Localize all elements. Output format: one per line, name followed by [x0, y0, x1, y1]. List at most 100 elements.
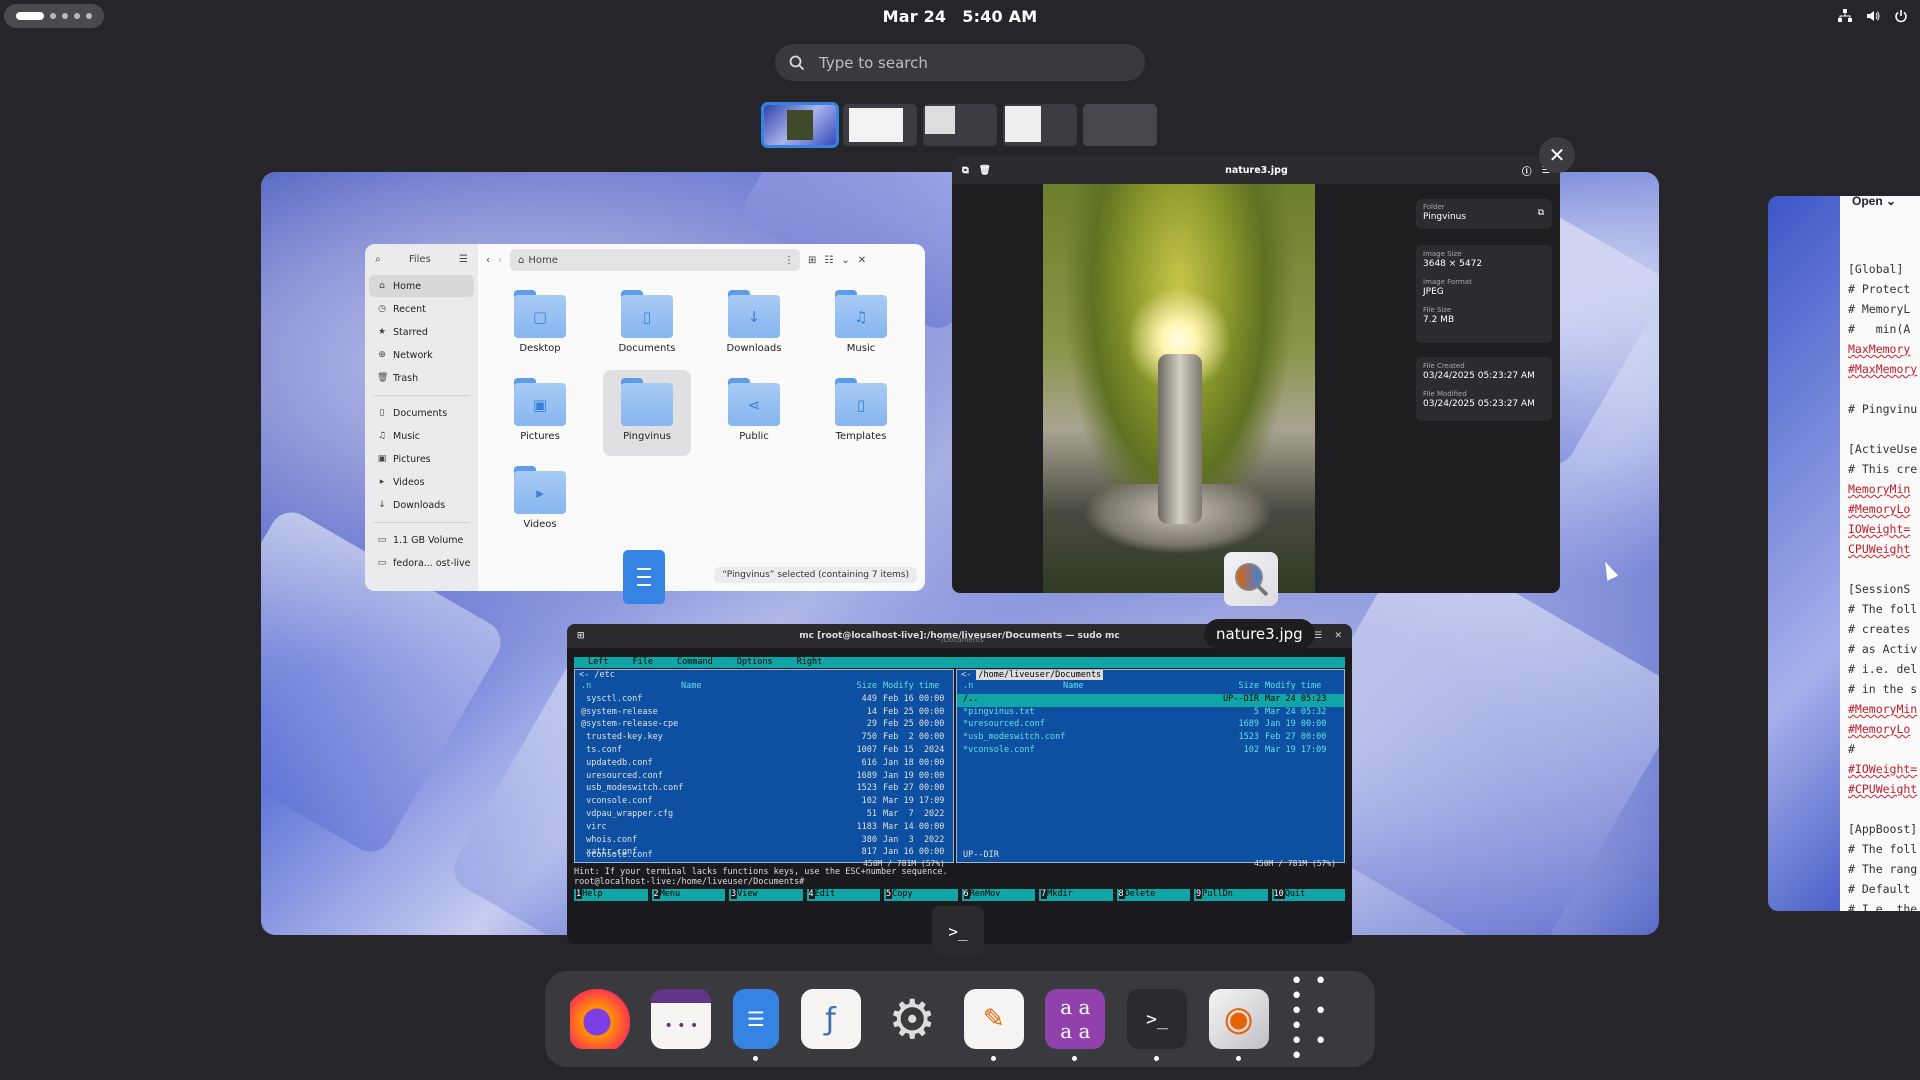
copy-icon[interactable]: ⧉: [962, 165, 969, 176]
sidebar-item-pictures[interactable]: ▣ Pictures: [369, 448, 474, 470]
chevron-down-icon[interactable]: ⌄: [841, 255, 849, 266]
mc-file-row[interactable]: vconsole.conf 102 Mar 19 17:09: [575, 796, 953, 809]
mc-file-row[interactable]: /.. UP--DIR Mar 24 05:23: [957, 693, 1344, 707]
folder-videos[interactable]: ▸ Videos: [496, 458, 584, 544]
dock-calendar[interactable]: • • •: [651, 989, 712, 1049]
mc-fkey[interactable]: 10Quit: [1271, 889, 1345, 901]
back-icon[interactable]: ‹: [486, 255, 490, 266]
folder-downloads[interactable]: ↓ Downloads: [710, 282, 798, 368]
sidebar-item-fedora-live[interactable]: ▭ fedora... ost-live: [369, 552, 474, 574]
mc-prompt[interactable]: root@localhost-live:/home/liveuser/Docum…: [574, 877, 1345, 887]
dock-text-editor[interactable]: ✎: [963, 989, 1024, 1061]
text-editor-content[interactable]: Open ⌄ [Global] # Protect # MemoryL # min(A…: [1840, 196, 1920, 911]
mc-fkey[interactable]: 2Menu: [651, 889, 725, 901]
mc-file-row[interactable]: sysctl.conf 449 Feb 16 00:00: [575, 694, 953, 707]
sidebar-item-music[interactable]: ♫ Music: [369, 425, 474, 447]
folder-templates[interactable]: ▯ Templates: [817, 370, 905, 456]
clock[interactable]: Mar 24 5:40 AM: [875, 7, 1046, 26]
workspace-thumbnail-5[interactable]: [1083, 104, 1157, 146]
files-window[interactable]: ⌕ Files ☰ ⌂ Home ◷ Recent ★ Starred ⊕ Network …: [365, 244, 925, 591]
close-icon[interactable]: ✕: [858, 255, 866, 266]
dock-files[interactable]: ☰: [732, 989, 779, 1061]
mc-file-row[interactable]: *vconsole.conf 102 Mar 19 17:09: [957, 745, 1344, 758]
image-canvas[interactable]: [1043, 184, 1315, 593]
forward-icon[interactable]: ›: [498, 255, 502, 266]
mc-file-row[interactable]: @system-release 14 Feb 25 00:00: [575, 707, 953, 720]
mc-fkey[interactable]: 3View: [729, 889, 803, 901]
mc-fkey[interactable]: 6RenMov: [961, 889, 1035, 901]
mc-menu-left[interactable]: Left: [588, 657, 608, 668]
mc-file-row[interactable]: whois.conf 380 Jan 3 2022: [575, 835, 953, 848]
open-button[interactable]: Open ⌄: [1852, 196, 1896, 208]
location-bar[interactable]: ⌂ Home ⋮: [510, 249, 800, 271]
sidebar-item-network[interactable]: ⊕ Network: [369, 344, 474, 366]
mc-fkey[interactable]: 8Delete: [1116, 889, 1190, 901]
mc-menu-options[interactable]: Options: [737, 657, 773, 668]
mc-fkey[interactable]: 1Help: [574, 889, 648, 901]
mc-fkey[interactable]: 5Copy: [884, 889, 958, 901]
mc-file-row[interactable]: virc 1183 Mar 14 00:00: [575, 822, 953, 835]
folder-label: Pictures: [520, 431, 560, 442]
mc-menu-command[interactable]: Command: [677, 657, 713, 668]
mc-fkey[interactable]: 9PullDn: [1194, 889, 1268, 901]
workspace-thumbnail-2[interactable]: [843, 104, 917, 146]
close-window-button[interactable]: ✕: [1539, 137, 1575, 173]
sidebar-item-volume[interactable]: ▭ 1.1 GB Volume: [369, 529, 474, 551]
sidebar-item-home[interactable]: ⌂ Home: [369, 275, 474, 297]
new-folder-icon[interactable]: ⊞: [808, 255, 816, 266]
mc-right-panel[interactable]: <- /home/liveuser/Documents .n Name Size Mo…: [956, 669, 1345, 868]
view-list-icon[interactable]: ☷: [824, 255, 833, 266]
calendar-icon: • • •: [664, 1018, 699, 1034]
more-icon[interactable]: ⋮: [784, 255, 794, 266]
folder-documents[interactable]: ▯ Documents: [603, 282, 691, 368]
mc-file-row[interactable]: trusted-key.key 750 Feb 2 00:00: [575, 732, 953, 745]
mc-left-panel[interactable]: <- /etc .n Name Size Modify time sysctl.con…: [574, 669, 954, 868]
folder-music[interactable]: ♫ Music: [817, 282, 905, 368]
mc-file-row[interactable]: uresourced.conf 1689 Jan 19 00:00: [575, 771, 953, 784]
dock-fonts[interactable]: a aa a: [1045, 989, 1106, 1061]
mc-file-row[interactable]: ts.conf 1007 Feb 15 2024: [575, 745, 953, 758]
mc-menu-file[interactable]: File: [632, 657, 652, 668]
sidebar-item-recent[interactable]: ◷ Recent: [369, 298, 474, 320]
activities-button[interactable]: [4, 4, 104, 28]
folder-pingvinus[interactable]: Pingvinus: [603, 370, 691, 456]
dock-firefox[interactable]: [569, 989, 630, 1049]
dock-show-apps[interactable]: • • • • • • • • •: [1290, 971, 1350, 1068]
mc-fkey[interactable]: 7Mkdir: [1039, 889, 1113, 901]
menu-icon[interactable]: ☰: [459, 254, 468, 265]
terminal-window[interactable]: ⊞ mc [root@localhost-live]:/home/liveuse…: [567, 624, 1352, 944]
mc-fkey[interactable]: 4Edit: [806, 889, 880, 901]
mc-file-row[interactable]: updatedb.conf 616 Jan 18 00:00: [575, 758, 953, 771]
sidebar-item-starred[interactable]: ★ Starred: [369, 321, 474, 343]
folder-pictures[interactable]: ▣ Pictures: [496, 370, 584, 456]
dock-image-viewer[interactable]: ◉: [1208, 989, 1269, 1061]
mc-file-row[interactable]: *usb_modeswitch.conf 1523 Feb 27 00:00: [957, 732, 1344, 745]
workspace-thumbnail-4[interactable]: [1003, 104, 1077, 146]
open-folder-icon[interactable]: ⧉: [1538, 208, 1544, 218]
mc-file-row[interactable]: *uresourced.conf 1689 Jan 19 00:00: [957, 719, 1344, 732]
mc-file-row[interactable]: vdpau_wrapper.cfg 51 Mar 7 2022: [575, 809, 953, 822]
midnight-commander[interactable]: Left File Command Options Right <- /etc …: [574, 657, 1345, 935]
folder-desktop[interactable]: ▢ Desktop: [496, 282, 584, 368]
trash-icon[interactable]: 🗑: [979, 165, 991, 176]
mc-file-row[interactable]: @system-release-cpe 29 Feb 25 00:00: [575, 719, 953, 732]
dock-fedora-media-writer[interactable]: ƒ: [800, 989, 861, 1049]
workspace-thumbnail-1[interactable]: [761, 102, 839, 148]
folder-public[interactable]: ⋖ Public: [710, 370, 798, 456]
info-icon[interactable]: ⓘ: [1522, 164, 1532, 178]
text-editor-window[interactable]: Open ⌄ [Global] # Protect # MemoryL # min(A…: [1768, 196, 1920, 911]
sidebar-item-documents[interactable]: ▯ Documents: [369, 402, 474, 424]
sidebar-item-downloads[interactable]: ↓ Downloads: [369, 494, 474, 516]
image-filename: nature3.jpg: [1225, 165, 1288, 176]
sidebar-item-videos[interactable]: ▸ Videos: [369, 471, 474, 493]
search-entry[interactable]: Type to search: [775, 44, 1145, 81]
search-icon[interactable]: ⌕: [375, 254, 381, 265]
dock-terminal[interactable]: >_: [1126, 989, 1187, 1061]
sidebar-item-trash[interactable]: 🗑 Trash: [369, 367, 474, 389]
workspace-thumbnail-3[interactable]: [923, 104, 997, 146]
mc-file-row[interactable]: usb_modeswitch.conf 1523 Feb 27 00:00: [575, 783, 953, 796]
system-menu[interactable]: [1836, 7, 1910, 25]
mc-menu-right[interactable]: Right: [797, 657, 823, 668]
mc-file-row[interactable]: *pingvinus.txt 5 Mar 24 05:32: [957, 707, 1344, 720]
dock-settings[interactable]: ⚙: [882, 988, 942, 1051]
